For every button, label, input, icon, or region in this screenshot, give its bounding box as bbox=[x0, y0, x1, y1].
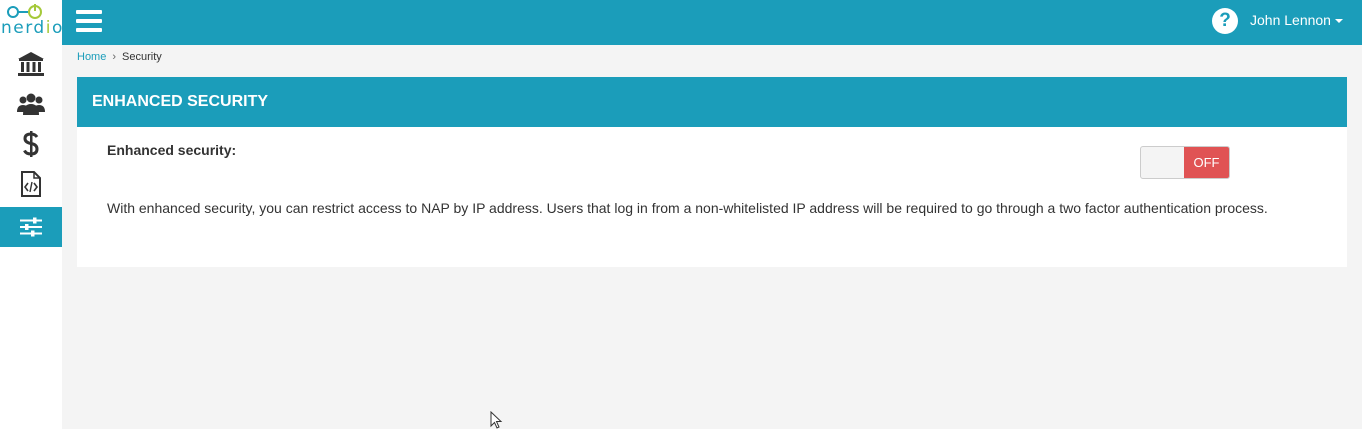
sidebar: nerdio bbox=[0, 0, 62, 429]
help-icon[interactable]: ? bbox=[1212, 8, 1238, 34]
breadcrumb-separator: › bbox=[112, 51, 117, 63]
breadcrumb-home-link[interactable]: Home bbox=[77, 51, 106, 63]
toggle-off-label: OFF bbox=[1184, 147, 1229, 178]
sidebar-item-billing[interactable] bbox=[0, 124, 62, 164]
enhanced-security-description: With enhanced security, you can restrict… bbox=[107, 200, 1268, 216]
menu-toggle-icon[interactable] bbox=[76, 10, 102, 32]
panel-title: ENHANCED SECURITY bbox=[77, 77, 1347, 127]
user-menu[interactable]: John Lennon bbox=[1250, 12, 1343, 28]
breadcrumb-current: Security bbox=[122, 51, 162, 63]
logo-text: nerdio bbox=[1, 18, 64, 38]
sidebar-item-settings[interactable] bbox=[0, 207, 62, 247]
sidebar-item-users[interactable] bbox=[0, 84, 62, 124]
breadcrumb: Home › Security bbox=[77, 51, 162, 63]
sliders-icon bbox=[20, 217, 42, 237]
sidebar-item-scripts[interactable] bbox=[0, 164, 62, 204]
nerdio-logo[interactable]: nerdio bbox=[0, 0, 62, 45]
sidebar-item-bank[interactable] bbox=[0, 44, 62, 84]
mouse-cursor-icon bbox=[490, 411, 503, 429]
users-icon bbox=[17, 93, 45, 115]
top-navbar: ? John Lennon bbox=[62, 0, 1362, 45]
code-file-icon bbox=[21, 171, 41, 197]
chevron-down-icon bbox=[1334, 19, 1343, 24]
bank-icon bbox=[18, 52, 44, 76]
enhanced-security-toggle[interactable]: OFF bbox=[1140, 146, 1230, 179]
enhanced-security-label: Enhanced security: bbox=[107, 142, 237, 158]
dollar-icon bbox=[23, 131, 39, 157]
enhanced-security-panel: ENHANCED SECURITY Enhanced security: OFF… bbox=[77, 77, 1347, 267]
user-name: John Lennon bbox=[1250, 12, 1331, 28]
